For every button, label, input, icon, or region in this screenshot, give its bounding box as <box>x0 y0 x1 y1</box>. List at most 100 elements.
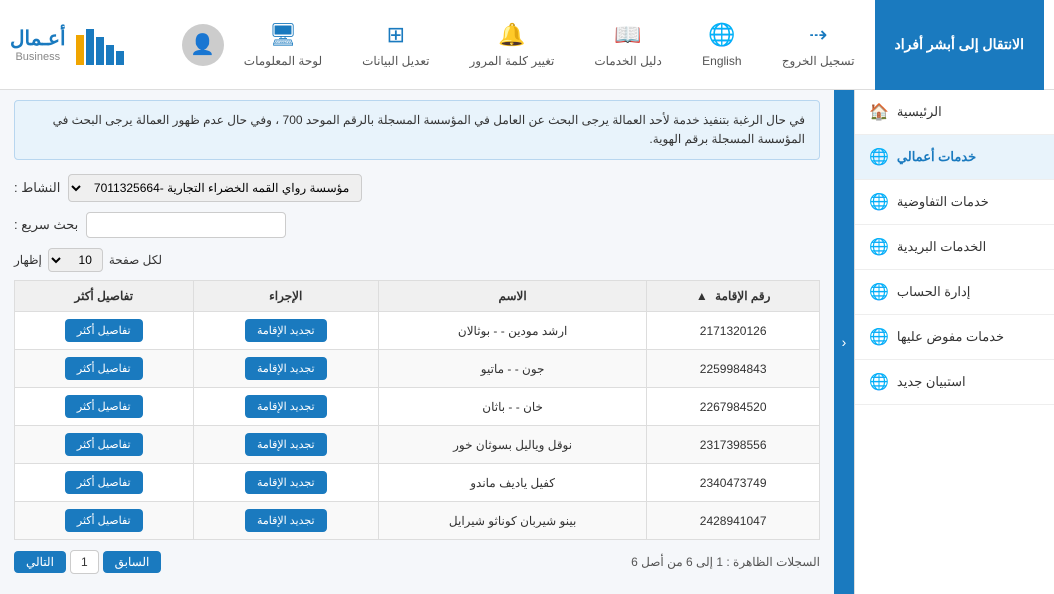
more-details-button[interactable]: تفاصيل أكثر <box>65 433 143 456</box>
abshir-afrad-button[interactable]: الانتقال إلى أبشر أفراد <box>875 0 1044 90</box>
search-row: بحث سريع : <box>14 212 820 238</box>
next-page-button[interactable]: التالي <box>14 551 66 573</box>
logo-bars <box>76 25 124 65</box>
sidebar-item-home[interactable]: الرئيسية 🏠 <box>855 90 1054 135</box>
cell-name: كفيل ياديف ماندو <box>378 464 646 502</box>
cell-name: ارشد مودين - - بوثالان <box>378 312 646 350</box>
perpage-row: لكل صفحة 10 25 50 إظهار <box>14 248 820 272</box>
account-icon: 🌐 <box>869 282 889 302</box>
home-icon: 🏠 <box>869 102 889 122</box>
business-services-label: خدمات أعمالي <box>897 149 976 165</box>
search-input[interactable] <box>86 212 286 238</box>
search-label: بحث سريع : <box>14 217 78 233</box>
logo-area: أعـمال Business <box>10 25 124 65</box>
monitor-icon: 🖥 <box>269 22 297 48</box>
renew-iqama-button[interactable]: تجديد الإقامة <box>245 395 327 418</box>
cell-iqama: 2340473749 <box>647 464 820 502</box>
cell-name: بينو شيربان كوناثو شيرايل <box>378 502 646 540</box>
more-details-button[interactable]: تفاصيل أكثر <box>65 471 143 494</box>
prev-page-button[interactable]: السابق <box>103 551 162 573</box>
delegated-icon: 🌐 <box>869 327 889 347</box>
cell-iqama: 2171320126 <box>647 312 820 350</box>
bell-icon: 🔔 <box>498 22 525 48</box>
table-row: 2340473749 كفيل ياديف ماندو تجديد الإقام… <box>15 464 820 502</box>
cell-iqama: 2259984843 <box>647 350 820 388</box>
avatar: 👤 <box>182 24 224 66</box>
survey-label: استبيان جديد <box>897 374 966 390</box>
negotiation-label: خدمات التفاوضية <box>897 194 989 210</box>
cell-details: تفاصيل أكثر <box>15 426 194 464</box>
postal-label: الخدمات البريدية <box>897 239 986 255</box>
perpage-select[interactable]: 10 25 50 <box>48 248 103 272</box>
perpage-label: إظهار <box>14 253 42 267</box>
cell-action: تجديد الإقامة <box>193 502 378 540</box>
sidebar-item-business-services[interactable]: خدمات أعمالي 🌐 <box>855 135 1054 180</box>
sidebar-item-postal[interactable]: الخدمات البريدية 🌐 <box>855 225 1054 270</box>
cell-iqama: 2317398556 <box>647 426 820 464</box>
content-area: في حال الرغبة بتنفيذ خدمة لأحد العمالة ي… <box>0 90 834 594</box>
cell-details: تفاصيل أكثر <box>15 464 194 502</box>
change-password-button[interactable]: 🔔 تغيير كلمة المرور <box>449 12 574 78</box>
col-header-action: الإجراء <box>193 281 378 312</box>
cell-iqama: 2428941047 <box>647 502 820 540</box>
services-guide-button[interactable]: 📖 دليل الخدمات <box>574 12 681 78</box>
info-box: في حال الرغبة بتنفيذ خدمة لأحد العمالة ي… <box>14 100 820 160</box>
more-details-button[interactable]: تفاصيل أكثر <box>65 357 143 380</box>
main-layout: الرئيسية 🏠 خدمات أعمالي 🌐 خدمات التفاوضي… <box>0 90 1054 594</box>
table-row: 2171320126 ارشد مودين - - بوثالان تجديد … <box>15 312 820 350</box>
cell-name: خان - - باثان <box>378 388 646 426</box>
col-header-iqama: رقم الإقامة ▲ <box>647 281 820 312</box>
cell-action: تجديد الإقامة <box>193 426 378 464</box>
negotiation-icon: 🌐 <box>869 192 889 212</box>
cell-action: تجديد الإقامة <box>193 464 378 502</box>
nav-buttons-left: الانتقال إلى أبشر أفراد ⇢ تسجيل الخروج 🌐… <box>182 0 1044 90</box>
logo-text-block: أعـمال Business <box>10 26 66 63</box>
sidebar: الرئيسية 🏠 خدمات أعمالي 🌐 خدمات التفاوضي… <box>854 90 1054 594</box>
table-row: 2259984843 جون - - ماتيو تجديد الإقامة ت… <box>15 350 820 388</box>
pagination-info: السجلات الظاهرة : 1 إلى 6 من أصل 6 <box>631 555 820 569</box>
cell-details: تفاصيل أكثر <box>15 388 194 426</box>
activity-select[interactable]: مؤسسة رواي القمه الخضراء التجارية -70113… <box>68 174 362 202</box>
table-row: 2267984520 خان - - باثان تجديد الإقامة ت… <box>15 388 820 426</box>
more-details-button[interactable]: تفاصيل أكثر <box>65 509 143 532</box>
table-row: 2317398556 نوقل وياليل بسوثان خور تجديد … <box>15 426 820 464</box>
cell-iqama: 2267984520 <box>647 388 820 426</box>
logout-button[interactable]: ⇢ تسجيل الخروج <box>762 12 875 78</box>
cell-details: تفاصيل أكثر <box>15 350 194 388</box>
more-details-button[interactable]: تفاصيل أكثر <box>65 319 143 342</box>
sidebar-item-delegated[interactable]: خدمات مفوض عليها 🌐 <box>855 315 1054 360</box>
dashboard-button[interactable]: 🖥 لوحة المعلومات <box>224 12 342 78</box>
pagination-buttons: السابق 1 التالي <box>14 550 161 574</box>
logout-icon: ⇢ <box>809 22 827 48</box>
account-label: إدارة الحساب <box>897 284 970 300</box>
sidebar-item-account[interactable]: إدارة الحساب 🌐 <box>855 270 1054 315</box>
english-button[interactable]: 🌐 English <box>682 12 762 78</box>
sidebar-toggle[interactable]: ‹ <box>834 90 854 594</box>
globe-icon: 🌐 <box>708 22 735 48</box>
survey-icon: 🌐 <box>869 372 889 392</box>
cell-name: نوقل وياليل بسوثان خور <box>378 426 646 464</box>
sidebar-item-survey[interactable]: استبيان جديد 🌐 <box>855 360 1054 405</box>
renew-iqama-button[interactable]: تجديد الإقامة <box>245 357 327 380</box>
col-header-name: الاسم <box>378 281 646 312</box>
renew-iqama-button[interactable]: تجديد الإقامة <box>245 433 327 456</box>
cell-details: تفاصيل أكثر <box>15 312 194 350</box>
renew-iqama-button[interactable]: تجديد الإقامة <box>245 509 327 532</box>
renew-iqama-button[interactable]: تجديد الإقامة <box>245 319 327 342</box>
postal-icon: 🌐 <box>869 237 889 257</box>
renew-iqama-button[interactable]: تجديد الإقامة <box>245 471 327 494</box>
update-data-button[interactable]: ⊞ تعديل البيانات <box>342 12 449 78</box>
more-details-button[interactable]: تفاصيل أكثر <box>65 395 143 418</box>
cell-action: تجديد الإقامة <box>193 312 378 350</box>
book-icon: 📖 <box>614 22 641 48</box>
sidebar-item-negotiation[interactable]: خدمات التفاوضية 🌐 <box>855 180 1054 225</box>
cell-action: تجديد الإقامة <box>193 388 378 426</box>
activity-filter-row: مؤسسة رواي القمه الخضراء التجارية -70113… <box>14 174 820 202</box>
perpage-label2: لكل صفحة <box>109 253 162 267</box>
employees-table: رقم الإقامة ▲ الاسم الإجراء تفاصيل أكثر <box>14 280 820 540</box>
grid-icon: ⊞ <box>387 22 405 48</box>
business-icon: 🌐 <box>869 147 889 167</box>
top-navigation: الانتقال إلى أبشر أفراد ⇢ تسجيل الخروج 🌐… <box>0 0 1054 90</box>
home-label: الرئيسية <box>897 104 942 120</box>
cell-name: جون - - ماتيو <box>378 350 646 388</box>
